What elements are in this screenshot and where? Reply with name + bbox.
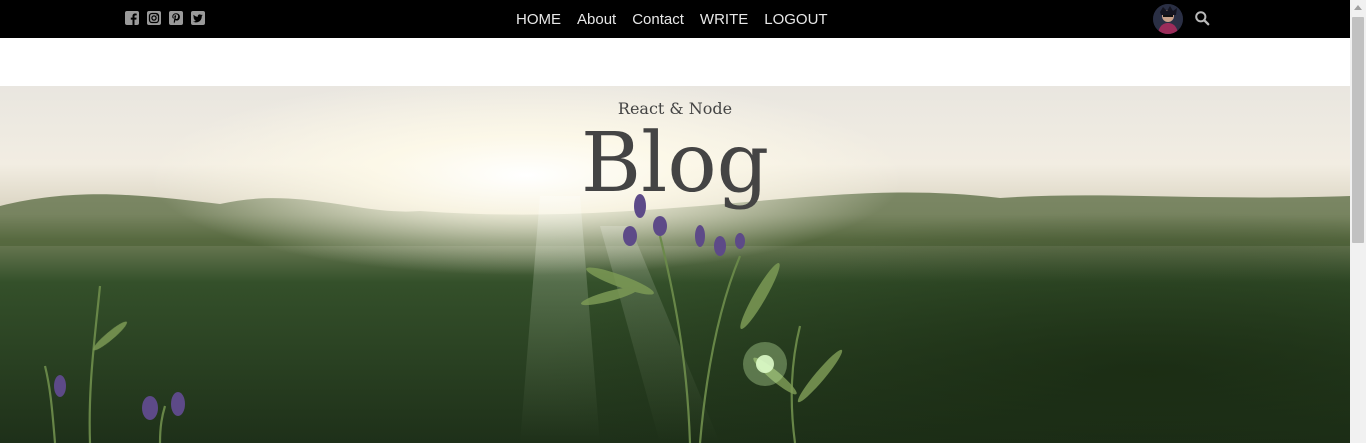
scrollbar-thumb[interactable]	[1352, 17, 1364, 243]
header-hero: React & Node Blog	[0, 86, 1350, 443]
social-icons	[124, 10, 206, 26]
header-title: Blog	[580, 116, 770, 211]
main-nav: HOME About Contact WRITE LOGOUT	[508, 0, 836, 38]
page-scrollbar[interactable]	[1350, 0, 1366, 443]
facebook-icon[interactable]	[124, 10, 140, 26]
twitter-icon[interactable]	[190, 10, 206, 26]
nav-item-contact[interactable]: Contact	[632, 11, 684, 28]
top-bar: HOME About Contact WRITE LOGOUT	[0, 0, 1350, 38]
avatar-image	[1153, 4, 1183, 34]
nav-item-logout[interactable]: LOGOUT	[764, 11, 827, 28]
pinterest-icon[interactable]	[168, 10, 184, 26]
nav-item-write[interactable]: WRITE	[700, 11, 748, 28]
page: HOME About Contact WRITE LOGOUT React & …	[0, 0, 1366, 443]
scroll-up-arrow-icon[interactable]	[1354, 5, 1362, 10]
instagram-icon[interactable]	[146, 10, 162, 26]
avatar[interactable]	[1153, 4, 1183, 34]
search-icon[interactable]	[1194, 10, 1210, 26]
nav-item-home[interactable]: HOME	[516, 11, 561, 28]
nav-item-about[interactable]: About	[577, 11, 616, 28]
